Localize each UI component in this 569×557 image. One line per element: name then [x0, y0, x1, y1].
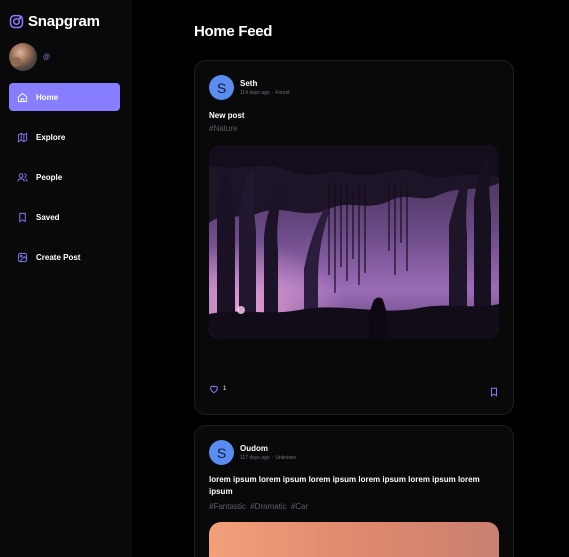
post-time: 117 days ago	[240, 455, 270, 461]
post-meta: 114 days ago · Forest	[240, 90, 290, 96]
post-meta: 117 days ago · Unknown	[240, 455, 297, 461]
post-author-block: Oudom 117 days ago · Unknown	[240, 444, 296, 461]
heart-icon[interactable]	[209, 384, 219, 394]
post-tag[interactable]: #Car	[291, 502, 308, 511]
warm-gradient-image[interactable]	[209, 522, 499, 557]
camera-logo-icon	[9, 14, 24, 29]
saved-icon	[17, 212, 28, 223]
brand-name: Snapgram	[28, 13, 100, 30]
post-card: S Oudom 117 days ago · Unknown lorem ipsum…	[194, 425, 514, 557]
profile-link[interactable]: @	[9, 43, 50, 71]
sidebar-item-home[interactable]: Home	[9, 83, 120, 111]
sidebar-item-label: Create Post	[36, 252, 81, 262]
post-avatar[interactable]: S	[209, 440, 234, 465]
post-header: S Seth 114 days ago · Forest	[209, 75, 290, 100]
post-tags: #Nature	[209, 124, 239, 133]
page-title: Home Feed	[194, 23, 273, 40]
post-author-block: Seth 114 days ago · Forest	[240, 79, 290, 96]
post-tag[interactable]: #Fantastic	[209, 502, 246, 511]
bookmark-icon[interactable]	[489, 384, 499, 397]
post-header: S Oudom 117 days ago · Unknown	[209, 440, 296, 465]
post-avatar[interactable]: S	[209, 75, 234, 100]
app: Snapgram @ Home Explore People Saved Cre…	[0, 0, 569, 557]
post-tag[interactable]: #Nature	[209, 124, 237, 133]
home-icon	[17, 92, 28, 103]
profile-handle: @	[43, 53, 51, 61]
people-icon	[17, 172, 28, 183]
explore-icon	[17, 132, 28, 143]
sidebar: Snapgram @ Home Explore People Saved Cre…	[0, 0, 132, 557]
sidebar-item-label: Explore	[36, 132, 66, 142]
post-time: 114 days ago	[240, 90, 270, 96]
sidebar-nav: Home Explore People Saved Create Post	[9, 83, 120, 283]
post-author[interactable]: Oudom	[240, 444, 296, 453]
sidebar-item-explore[interactable]: Explore	[9, 123, 120, 151]
post-location: Forest	[275, 90, 290, 96]
post-card: S Seth 114 days ago · Forest New post #Nat…	[194, 60, 514, 415]
post-caption: lorem ipsum lorem ipsum lorem ipsum lore…	[209, 475, 480, 496]
post-location: Unknown	[275, 455, 297, 461]
home-feed: Home Feed S Seth 114 days ago · Forest New…	[132, 0, 569, 557]
create-post-icon	[17, 252, 28, 263]
post-tags: #Fantastic #Dramatic #Car	[209, 502, 310, 511]
like-control: 1	[209, 384, 226, 394]
post-caption: New post	[209, 111, 245, 120]
sidebar-item-saved[interactable]: Saved	[9, 203, 120, 231]
post-actions: 1	[209, 384, 499, 397]
avatar	[9, 43, 37, 71]
sidebar-item-label: People	[36, 172, 63, 182]
sidebar-item-create-post[interactable]: Create Post	[9, 243, 120, 271]
brand[interactable]: Snapgram	[9, 13, 100, 30]
sidebar-item-label: Home	[36, 92, 59, 102]
like-count: 1	[223, 386, 227, 392]
forest-image[interactable]	[209, 145, 499, 339]
sidebar-item-label: Saved	[36, 212, 60, 222]
post-tag[interactable]: #Dramatic	[250, 502, 286, 511]
sidebar-item-people[interactable]: People	[9, 163, 120, 191]
post-author[interactable]: Seth	[240, 79, 290, 88]
